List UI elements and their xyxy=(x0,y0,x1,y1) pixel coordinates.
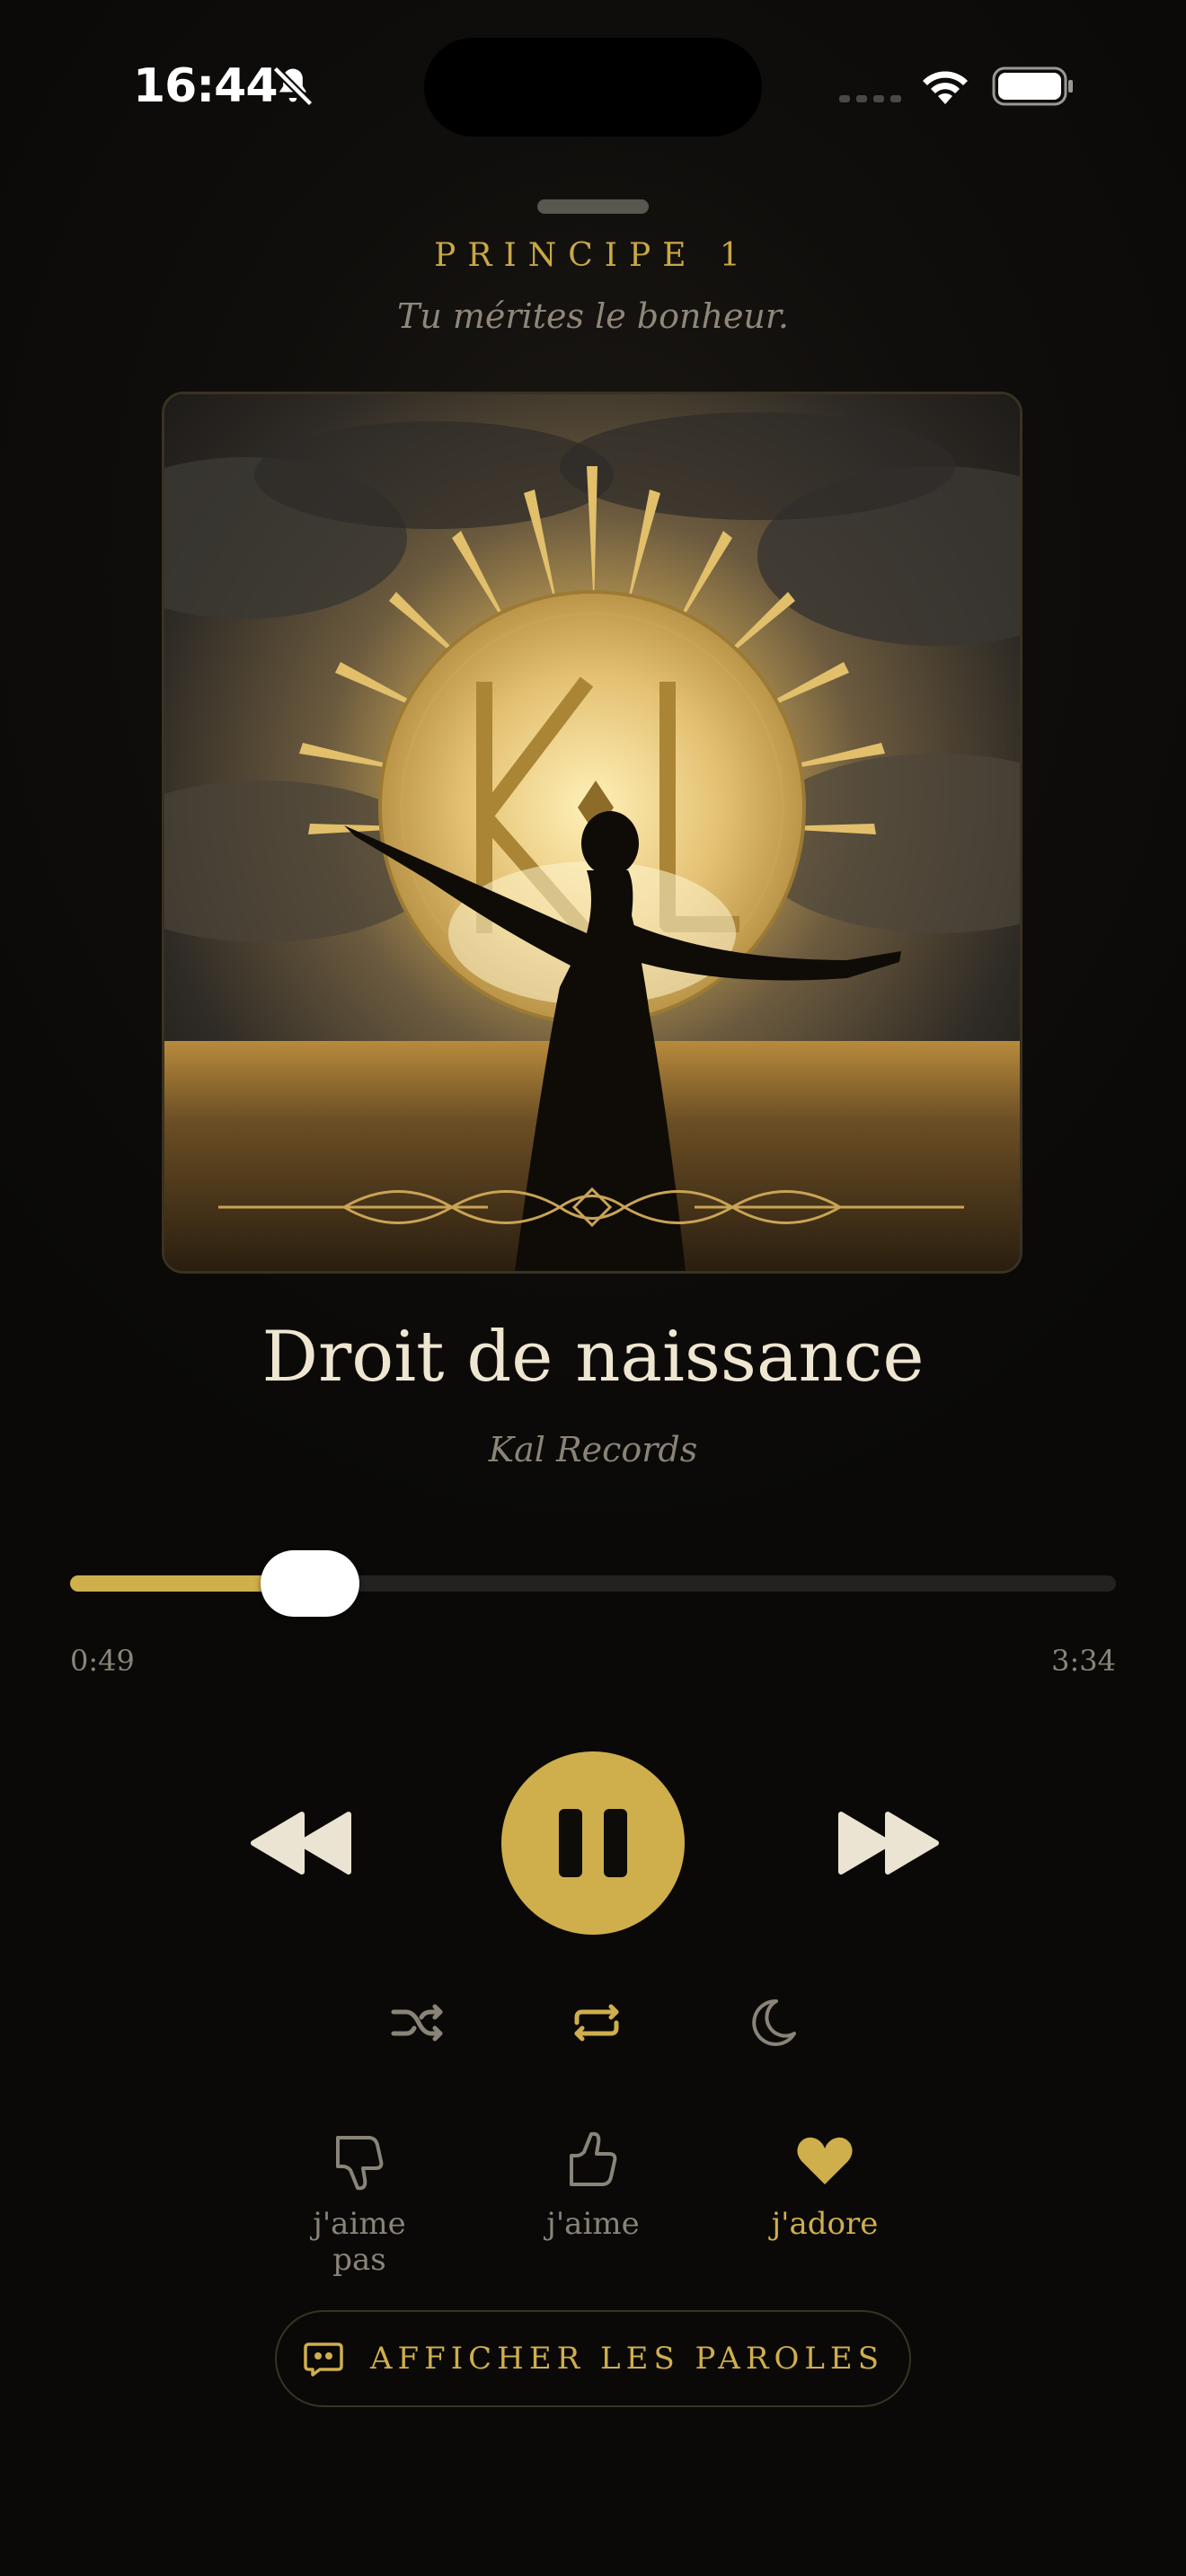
cellular-signal-icon xyxy=(839,95,901,102)
dislike-button[interactable]: j'aime pas xyxy=(288,2125,431,2278)
principle-text: Tu mérites le bonheur. xyxy=(397,296,789,336)
status-time: 16:44 xyxy=(133,59,279,113)
pause-icon xyxy=(559,1809,627,1877)
wifi-icon xyxy=(923,71,968,104)
like-label: j'aime xyxy=(546,2206,640,2242)
thumbs-up-icon xyxy=(570,2131,617,2186)
thumbs-down-icon xyxy=(336,2136,384,2191)
track-title: Droit de naissance xyxy=(261,1317,925,1398)
shuffle-icon[interactable] xyxy=(385,1990,449,2055)
show-lyrics-label: AFFICHER LES PAROLES xyxy=(369,2341,885,2377)
love-button[interactable]: j'adore xyxy=(753,2125,897,2242)
love-label: j'adore xyxy=(771,2206,879,2242)
moon-icon[interactable] xyxy=(740,1990,805,2055)
track-artist[interactable]: Kal Records xyxy=(0,1430,1186,1469)
show-lyrics-button[interactable]: AFFICHER LES PAROLES xyxy=(275,2310,911,2407)
heart-icon xyxy=(797,2137,853,2184)
album-artwork xyxy=(162,392,1022,1274)
bell-slash-icon xyxy=(272,66,314,107)
rewind-icon[interactable] xyxy=(244,1807,358,1879)
sheet-grabber[interactable] xyxy=(537,199,649,214)
battery-icon xyxy=(992,66,1073,106)
total-duration: 3:34 xyxy=(1051,1644,1116,1678)
repeat-icon[interactable] xyxy=(564,1990,629,2055)
dislike-label: j'aime pas xyxy=(313,2206,406,2278)
fast-forward-icon[interactable] xyxy=(832,1807,945,1879)
dynamic-island xyxy=(424,38,762,137)
progress-scrubber[interactable] xyxy=(261,1550,359,1617)
elapsed-time: 0:49 xyxy=(70,1644,135,1678)
like-button[interactable]: j'aime xyxy=(521,2125,665,2242)
quote-bubble-icon xyxy=(304,2342,343,2377)
pause-button[interactable] xyxy=(501,1751,685,1935)
principle-label: PRINCIPE 1 xyxy=(434,237,752,274)
